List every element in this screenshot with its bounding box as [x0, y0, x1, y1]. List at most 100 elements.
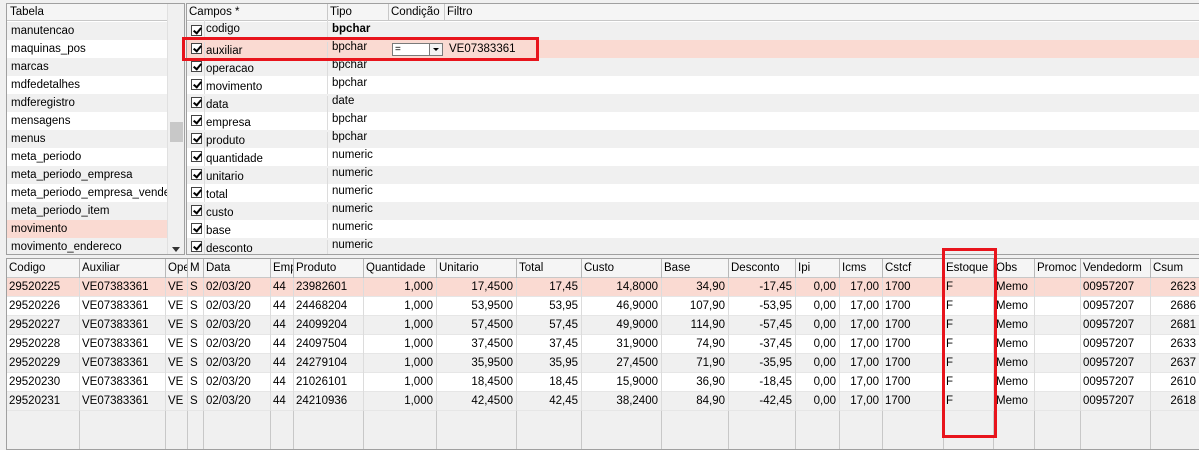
cell-produto[interactable]: 24279104	[294, 354, 364, 373]
cell-desconto[interactable]: -53,95	[729, 297, 796, 316]
tabela-item[interactable]: mensagens	[7, 112, 168, 130]
cell-base[interactable]: 84,90	[662, 392, 729, 411]
cell-csum[interactable]: 2637	[1151, 354, 1199, 373]
cell-unitario[interactable]: 57,4500	[437, 316, 517, 335]
cell-base[interactable]: 34,90	[662, 278, 729, 297]
cell-codigo[interactable]: 29520230	[7, 373, 80, 392]
tabela-item[interactable]: meta_periodo_empresa	[7, 166, 168, 184]
cell-estoque[interactable]: F	[944, 392, 994, 411]
cell-operacao[interactable]: VE	[166, 335, 188, 354]
cell-auxiliar[interactable]: VE07383361	[80, 278, 166, 297]
cell-movimento[interactable]: S	[188, 373, 204, 392]
column-header-movimento[interactable]: M	[188, 259, 204, 278]
cell-quantidade[interactable]: 1,000	[364, 354, 437, 373]
cell-movimento[interactable]: S	[188, 335, 204, 354]
cell-icms[interactable]: 17,00	[840, 354, 883, 373]
cell-produto[interactable]: 24468204	[294, 297, 364, 316]
cell-vendedorm[interactable]: 00957207	[1081, 354, 1151, 373]
cell-total[interactable]: 53,95	[517, 297, 582, 316]
column-header-cstcf[interactable]: Cstcf	[883, 259, 944, 278]
cell-codigo[interactable]: 29520226	[7, 297, 80, 316]
checkbox-checked-icon[interactable]	[191, 223, 202, 234]
cell-obs[interactable]: Memo	[994, 278, 1035, 297]
scroll-down-arrow-icon[interactable]	[172, 247, 180, 252]
cell-csum[interactable]: 2618	[1151, 392, 1199, 411]
cell-auxiliar[interactable]: VE07383361	[80, 297, 166, 316]
column-header-produto[interactable]: Produto	[294, 259, 364, 278]
cell-desconto[interactable]: -37,45	[729, 335, 796, 354]
cell-auxiliar[interactable]: VE07383361	[80, 335, 166, 354]
tabela-item[interactable]: movimento	[7, 220, 168, 238]
cell-unitario[interactable]: 17,4500	[437, 278, 517, 297]
column-header-csum[interactable]: Csum	[1151, 259, 1199, 278]
filtro-input[interactable]: VE07383361	[449, 40, 516, 58]
column-header-quantidade[interactable]: Quantidade	[364, 259, 437, 278]
cell-auxiliar[interactable]: VE07383361	[80, 373, 166, 392]
cell-csum[interactable]: 2633	[1151, 335, 1199, 354]
cell-promocao[interactable]	[1035, 297, 1081, 316]
cell-icms[interactable]: 17,00	[840, 373, 883, 392]
cell-cstcf[interactable]: 1700	[883, 335, 944, 354]
column-header-base[interactable]: Base	[662, 259, 729, 278]
cell-base[interactable]: 36,90	[662, 373, 729, 392]
cell-icms[interactable]: 17,00	[840, 297, 883, 316]
cell-data[interactable]: 02/03/20	[204, 297, 271, 316]
cell-movimento[interactable]: S	[188, 316, 204, 335]
cell-cstcf[interactable]: 1700	[883, 373, 944, 392]
cell-unitario[interactable]: 35,9500	[437, 354, 517, 373]
cell-total[interactable]: 18,45	[517, 373, 582, 392]
cell-estoque[interactable]: F	[944, 316, 994, 335]
cell-obs[interactable]: Memo	[994, 297, 1035, 316]
cell-icms[interactable]: 17,00	[840, 316, 883, 335]
cell-total[interactable]: 17,45	[517, 278, 582, 297]
chevron-down-icon[interactable]	[429, 44, 442, 55]
cell-csum[interactable]: 2686	[1151, 297, 1199, 316]
column-header-obs[interactable]: Obs	[994, 259, 1035, 278]
cell-unitario[interactable]: 42,4500	[437, 392, 517, 411]
tipo-column-header[interactable]: Tipo	[328, 4, 389, 20]
cell-data[interactable]: 02/03/20	[204, 316, 271, 335]
cell-cstcf[interactable]: 1700	[883, 316, 944, 335]
cell-operacao[interactable]: VE	[166, 354, 188, 373]
column-header-data[interactable]: Data	[204, 259, 271, 278]
condicao-select[interactable]: =	[392, 43, 443, 56]
column-header-custo[interactable]: Custo	[582, 259, 662, 278]
cell-data[interactable]: 02/03/20	[204, 392, 271, 411]
cell-desconto[interactable]: -17,45	[729, 278, 796, 297]
cell-auxiliar[interactable]: VE07383361	[80, 354, 166, 373]
table-row[interactable]: 29520229 VE07383361 VE S 02/03/20 44 24279104 1…	[7, 354, 1199, 373]
checkbox-checked-icon[interactable]	[191, 79, 202, 90]
cell-estoque[interactable]: F	[944, 278, 994, 297]
cell-estoque[interactable]: F	[944, 335, 994, 354]
cell-ipi[interactable]: 0,00	[796, 278, 840, 297]
cell-csum[interactable]: 2681	[1151, 316, 1199, 335]
cell-movimento[interactable]: S	[188, 297, 204, 316]
cell-desconto[interactable]: -18,45	[729, 373, 796, 392]
cell-promocao[interactable]	[1035, 392, 1081, 411]
checkbox-checked-icon[interactable]	[191, 25, 202, 36]
cell-custo[interactable]: 49,9000	[582, 316, 662, 335]
column-header-ipi[interactable]: Ipi	[796, 259, 840, 278]
cell-quantidade[interactable]: 1,000	[364, 335, 437, 354]
campo-row[interactable]: desconto numeric	[187, 238, 1199, 254]
cell-total[interactable]: 37,45	[517, 335, 582, 354]
checkbox-checked-icon[interactable]	[191, 133, 202, 144]
cell-custo[interactable]: 15,9000	[582, 373, 662, 392]
cell-ipi[interactable]: 0,00	[796, 335, 840, 354]
cell-quantidade[interactable]: 1,000	[364, 297, 437, 316]
column-header-vendedorm[interactable]: Vendedorm	[1081, 259, 1151, 278]
tabela-item[interactable]: marcas	[7, 58, 168, 76]
cell-estoque[interactable]: F	[944, 297, 994, 316]
cell-total[interactable]: 57,45	[517, 316, 582, 335]
cell-operacao[interactable]: VE	[166, 316, 188, 335]
table-row[interactable]: 29520227 VE07383361 VE S 02/03/20 44 24099204 1…	[7, 316, 1199, 335]
cell-codigo[interactable]: 29520225	[7, 278, 80, 297]
cell-total[interactable]: 42,45	[517, 392, 582, 411]
cell-movimento[interactable]: S	[188, 392, 204, 411]
cell-obs[interactable]: Memo	[994, 392, 1035, 411]
checkbox-checked-icon[interactable]	[191, 205, 202, 216]
checkbox-checked-icon[interactable]	[191, 43, 202, 54]
table-row[interactable]: 29520231 VE07383361 VE S 02/03/20 44 24210936 1…	[7, 392, 1199, 411]
cell-desconto[interactable]: -35,95	[729, 354, 796, 373]
cell-empresa[interactable]: 44	[271, 278, 294, 297]
